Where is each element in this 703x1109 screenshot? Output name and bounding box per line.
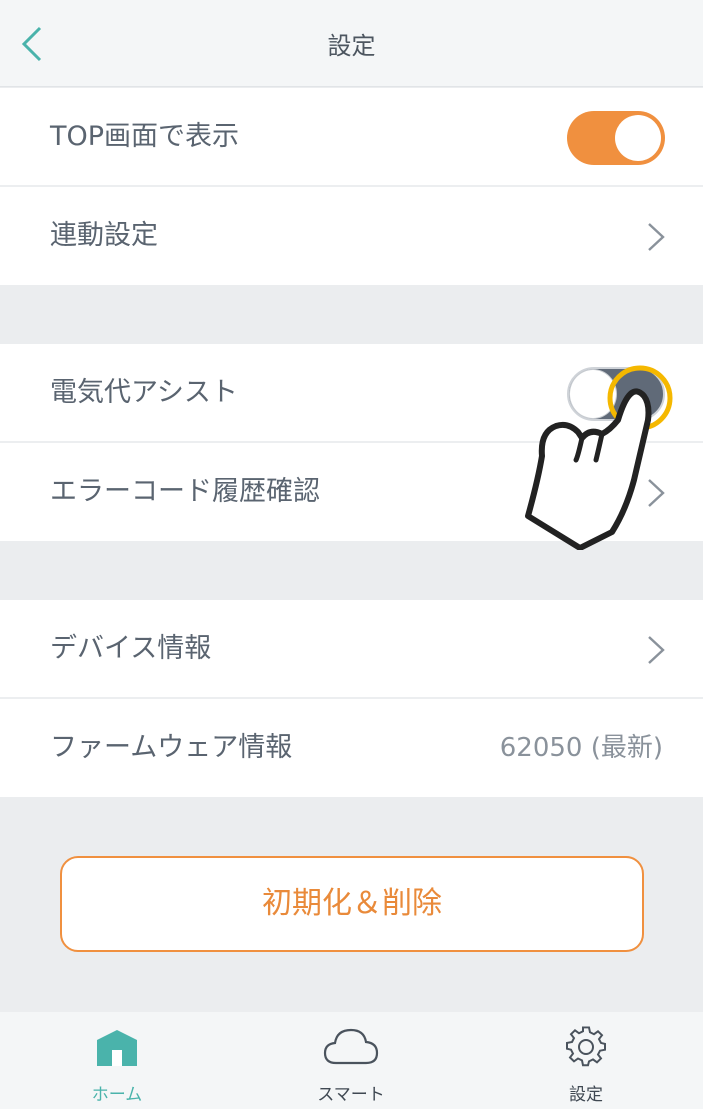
- firmware-label: ファームウェア情報: [50, 732, 293, 763]
- error-history-label: エラーコード履歴確認: [50, 476, 320, 507]
- tab-settings-label: 設定: [569, 1085, 603, 1105]
- gear-icon: [566, 1026, 606, 1067]
- tab-smart[interactable]: スマート: [234, 1012, 468, 1109]
- tab-smart-label: スマート: [317, 1085, 385, 1105]
- top-display-toggle[interactable]: [567, 111, 665, 165]
- chevron-right-icon: [648, 636, 665, 664]
- tab-home[interactable]: ホーム: [0, 1012, 234, 1109]
- firmware-version-value: 62050 (最新): [499, 733, 663, 763]
- tab-home-label: ホーム: [91, 1085, 143, 1105]
- chevron-right-icon: [648, 223, 665, 251]
- bottom-tab-bar: ホーム スマート 設定: [0, 1012, 703, 1109]
- cloud-icon: [323, 1028, 379, 1065]
- toggle-knob: [615, 115, 661, 161]
- tap-hand-icon: [525, 365, 673, 550]
- home-icon: [97, 1030, 137, 1066]
- top-display-label: TOP画面で表示: [50, 121, 240, 152]
- row-top-display[interactable]: TOP画面で表示: [0, 88, 703, 187]
- row-firmware-info: ファームウェア情報 62050 (最新): [0, 699, 703, 797]
- row-link-settings[interactable]: 連動設定: [0, 187, 703, 285]
- page-title: 設定: [327, 32, 376, 60]
- row-device-info[interactable]: デバイス情報: [0, 600, 703, 699]
- device-info-label: デバイス情報: [50, 633, 212, 664]
- link-settings-label: 連動設定: [50, 220, 158, 251]
- reset-delete-button[interactable]: 初期化＆削除: [60, 856, 644, 952]
- electric-assist-label: 電気代アシスト: [50, 377, 238, 408]
- header-bar: 設定: [0, 0, 703, 87]
- tab-settings[interactable]: 設定: [469, 1012, 703, 1109]
